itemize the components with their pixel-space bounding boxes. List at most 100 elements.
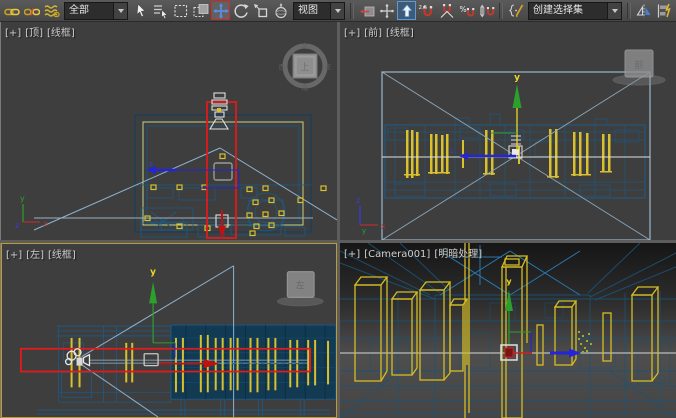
viewport-menu-pov[interactable]: [左]: [26, 250, 44, 261]
rotate-circle-icon: [233, 3, 249, 19]
named-selection-set-dropdown[interactable]: 创建选择集: [528, 2, 622, 20]
svg-text:西: 西: [279, 63, 286, 71]
svg-text:y: y: [514, 73, 520, 83]
scale-box-icon: [253, 3, 269, 19]
spinner-snap-toggle-button[interactable]: [477, 1, 496, 20]
svg-text:北: 北: [302, 42, 309, 50]
brace-pen-icon: [508, 3, 524, 19]
svg-text:y: y: [20, 194, 25, 203]
viewport-menu-shading[interactable]: [线框]: [47, 28, 75, 39]
viewport-menu-pov[interactable]: [顶]: [25, 28, 43, 39]
viewport-left-active[interactable]: y 左 [+] [左] [线框]: [1, 243, 337, 418]
svg-text:z: z: [15, 221, 19, 230]
snap-magnet-icon: 2.5: [418, 3, 435, 19]
mirror-button[interactable]: [634, 1, 653, 20]
svg-text:南: 南: [302, 83, 309, 92]
viewcube[interactable]: 上 北 东 南 西: [279, 42, 332, 92]
viewport-label-camera: [+] [Camera001] [明暗处理]: [344, 245, 486, 260]
camera-object-front[interactable]: [509, 136, 522, 158]
gizmo-y-axis[interactable]: y: [491, 73, 522, 150]
pivot-center-icon: [359, 3, 375, 19]
select-and-place-button[interactable]: [271, 1, 290, 20]
list-cursor-icon: [153, 3, 169, 19]
viewport-splitter-horizontal[interactable]: [0, 240, 676, 243]
viewport-front[interactable]: y z z x y 前: [340, 22, 676, 240]
gizmo-x-axis[interactable]: z: [450, 147, 516, 160]
viewport-splitter-vertical[interactable]: [337, 22, 340, 418]
svg-text:2.5: 2.5: [419, 5, 428, 11]
3ds-max-window: 全部: [0, 0, 676, 418]
axis-tripod: y x z: [15, 194, 48, 230]
viewport-camera[interactable]: y [+] [Camera001] [明暗处理]: [340, 243, 676, 418]
viewport-canvas-left[interactable]: y 左: [2, 244, 336, 417]
viewport-menu-general[interactable]: [+]: [6, 250, 22, 261]
select-object-button[interactable]: [131, 1, 150, 20]
viewcube[interactable]: 左: [277, 272, 323, 306]
svg-text:东: 东: [325, 62, 332, 71]
snap-toggle-button[interactable]: 2.5: [417, 1, 436, 20]
svg-text:y: y: [150, 268, 156, 278]
viewport-menu-shading[interactable]: [线框]: [48, 250, 76, 261]
reference-coordinate-dropdown[interactable]: 视图: [293, 2, 345, 20]
svg-text:上: 上: [300, 62, 309, 73]
select-and-move-button[interactable]: [211, 1, 230, 20]
chevron-down-icon[interactable]: [330, 3, 344, 19]
main-toolbar: 全部: [0, 0, 676, 22]
select-and-manipulate-button[interactable]: [377, 1, 396, 20]
toolbar-separator: [627, 3, 631, 19]
window-crossing-toggle-button[interactable]: [191, 1, 210, 20]
select-and-rotate-button[interactable]: [231, 1, 250, 20]
align-button[interactable]: [654, 1, 673, 20]
selected-panels-yellow[interactable]: [404, 129, 612, 178]
viewport-menu-general[interactable]: [+]: [5, 28, 21, 39]
selection-filter-dropdown[interactable]: 全部: [64, 2, 128, 20]
select-by-name-button[interactable]: [151, 1, 170, 20]
viewport-menu-general[interactable]: [+]: [344, 249, 360, 260]
viewport-canvas-front[interactable]: y z z x y 前: [340, 22, 676, 240]
svg-text:%: %: [459, 5, 466, 14]
viewport-canvas-camera[interactable]: y: [340, 243, 676, 418]
svg-text:前: 前: [634, 59, 643, 71]
select-and-link-button[interactable]: [2, 1, 21, 20]
select-and-scale-button[interactable]: [251, 1, 270, 20]
viewport-menu-pov[interactable]: [Camera001]: [364, 249, 430, 260]
named-selection-set-value: 创建选择集: [529, 3, 607, 19]
svg-text:x: x: [381, 222, 386, 231]
edit-named-selection-sets-button[interactable]: [506, 1, 525, 20]
dashed-rectangle-icon: [173, 3, 189, 19]
unlink-selection-button[interactable]: [22, 1, 41, 20]
viewport-area: z y x z 上: [0, 22, 676, 418]
toolbar-separator: [350, 3, 354, 19]
mirror-icon: [636, 3, 652, 19]
angle-snap-magnet-icon: [439, 3, 455, 19]
window-crossing-icon: [193, 3, 209, 19]
bind-to-space-warp-button[interactable]: [42, 1, 61, 20]
wireframe-geometry: [34, 115, 313, 237]
viewport-menu-shading[interactable]: [明暗处理]: [434, 249, 482, 260]
viewcube[interactable]: 前: [613, 50, 665, 85]
move-cross-icon: [213, 3, 229, 19]
viewport-menu-general[interactable]: [+]: [344, 28, 360, 39]
space-warp-waves-icon: [44, 3, 60, 19]
selection-region-button[interactable]: [171, 1, 190, 20]
chevron-down-icon[interactable]: [607, 3, 621, 19]
broken-chain-icon: [24, 3, 40, 19]
svg-text:z: z: [356, 196, 360, 205]
percent-snap-toggle-button[interactable]: %: [457, 1, 476, 20]
toolbar-separator: [499, 3, 503, 19]
reference-coordinate-value: 视图: [294, 3, 330, 19]
viewport-canvas-top[interactable]: z y x z 上: [1, 22, 337, 240]
align-lightning-icon: [656, 3, 672, 19]
camera-object-top[interactable]: [210, 93, 228, 129]
angle-snap-toggle-button[interactable]: [437, 1, 456, 20]
percent-snap-magnet-icon: %: [459, 3, 475, 19]
viewport-top[interactable]: z y x z 上: [1, 22, 337, 240]
use-pivot-point-center-button[interactable]: [357, 1, 376, 20]
keyboard-override-toggle[interactable]: [397, 1, 416, 20]
svg-text:x: x: [43, 219, 48, 228]
viewport-menu-shading[interactable]: [线框]: [386, 28, 414, 39]
viewport-menu-pov[interactable]: [前]: [364, 28, 382, 39]
camera-object-side[interactable]: [66, 349, 90, 366]
chevron-down-icon[interactable]: [113, 3, 127, 19]
chain-link-icon: [4, 3, 20, 19]
